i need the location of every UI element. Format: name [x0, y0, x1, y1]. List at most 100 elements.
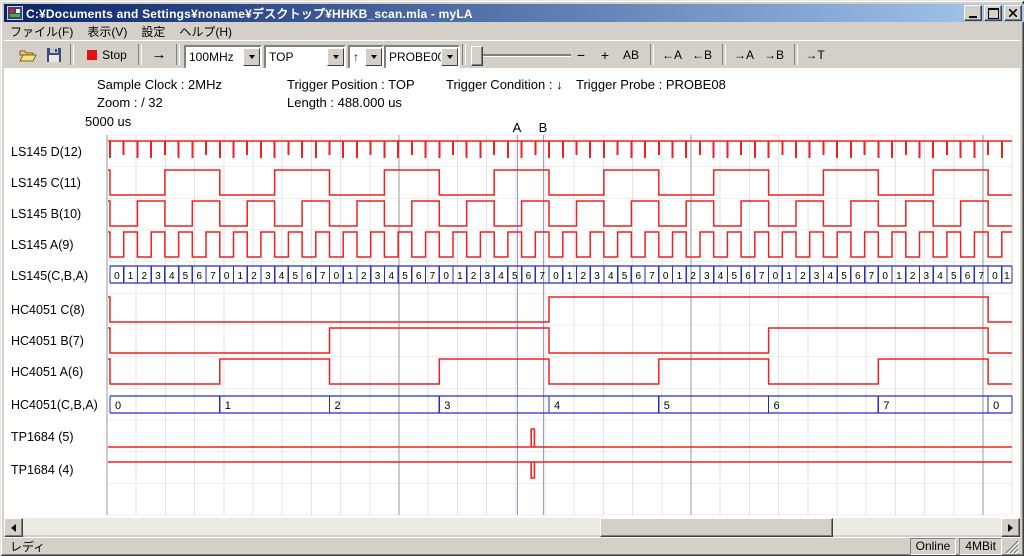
goto-trigger-button[interactable]: →T [802, 44, 828, 65]
bus-value: 4 [554, 400, 560, 412]
bus-value: 7 [978, 271, 984, 282]
menu-file[interactable]: ファイル(F) [4, 21, 81, 42]
bus-value: 4 [718, 271, 724, 282]
signal-label: LS145 A(9) [11, 238, 74, 252]
bus-value: 3 [444, 400, 450, 412]
resize-grip[interactable] [1005, 540, 1019, 554]
signal-label: HC4051 C(8) [11, 303, 85, 317]
scroll-left-button[interactable] [4, 518, 23, 537]
menu-view[interactable]: 表示(V) [81, 21, 135, 42]
bus-value: 2 [142, 271, 148, 282]
goto-marker-a-button[interactable]: ←A [658, 44, 686, 65]
status-memory: 4MBit [959, 538, 1002, 555]
bus-value: 4 [608, 271, 614, 282]
open-folder-icon [19, 48, 37, 62]
trigger-position-value: TOP [266, 50, 327, 64]
bus-value: 1 [567, 271, 573, 282]
chevron-down-icon [333, 55, 339, 59]
run-button[interactable]: → [146, 44, 172, 65]
menu-settings[interactable]: 設定 [135, 21, 173, 42]
signal-trace [108, 232, 1012, 257]
bus-value: 6 [774, 400, 780, 412]
signal-label: TP1684 (5) [11, 430, 74, 444]
dropdown-button[interactable] [243, 48, 260, 66]
dropdown-button[interactable] [441, 48, 458, 66]
bus-value: 1 [786, 271, 792, 282]
floppy-disk-icon [47, 48, 61, 62]
info-zoom: Zoom : / 32 [97, 95, 163, 110]
bus-value: 0 [882, 271, 888, 282]
zoom-slider[interactable] [471, 44, 571, 66]
scroll-right-button[interactable] [1001, 518, 1020, 537]
chevron-down-icon [249, 55, 255, 59]
bus-value: 7 [869, 271, 875, 282]
bus-value: 7 [883, 400, 889, 412]
bus-value: 0 [224, 271, 230, 282]
trigger-position-select[interactable]: TOP [264, 45, 346, 69]
marker-a-label[interactable]: A [513, 120, 522, 135]
signal-label: TP1684 (4) [11, 463, 74, 477]
info-trigger-position: Trigger Position : TOP [287, 77, 415, 92]
zoom-out-button[interactable]: − [570, 44, 592, 65]
zoom-in-button[interactable]: + [594, 44, 616, 65]
waveform-view[interactable]: LS145 D(12)LS145 C(11)LS145 B(10)LS145 A… [4, 68, 1020, 518]
bus-value: 0 [114, 271, 120, 282]
bus-value: 7 [539, 271, 545, 282]
bus-value: 6 [965, 271, 971, 282]
bus-value: 5 [183, 271, 189, 282]
bus-value: 3 [594, 271, 600, 282]
close-button[interactable] [1004, 5, 1022, 21]
bus-value: 0 [553, 271, 559, 282]
bus-rail [110, 266, 1012, 283]
set-marker-a-button[interactable]: →A [730, 44, 758, 65]
bus-value: 2 [251, 271, 257, 282]
bus-value: 4 [498, 271, 504, 282]
bus-value: 2 [581, 271, 587, 282]
trigger-probe-value: PROBE00 [386, 50, 441, 64]
signal-label: HC4051 A(6) [11, 365, 83, 379]
bus-value: 4 [388, 271, 394, 282]
scrollbar-thumb[interactable] [600, 518, 833, 537]
signal-trace [108, 170, 1012, 195]
marker-b-label[interactable]: B [539, 120, 548, 135]
dropdown-button[interactable] [365, 48, 382, 66]
status-bar: レディ Online 4MBit [4, 537, 1020, 554]
bus-value: 0 [663, 271, 669, 282]
open-file-button[interactable] [16, 44, 40, 66]
chevron-down-icon [371, 55, 377, 59]
info-length: Length : 488.000 us [287, 95, 402, 110]
title-bar[interactable]: C:¥Documents and Settings¥noname¥デスクトップ¥… [4, 4, 1024, 22]
menu-help[interactable]: ヘルプ(H) [173, 21, 240, 42]
trigger-probe-select[interactable]: PROBE00 [384, 45, 460, 69]
goto-marker-b-button[interactable]: ←B [688, 44, 716, 65]
bus-value: 2 [361, 271, 367, 282]
toolbar-separator [650, 44, 654, 65]
stop-button[interactable]: Stop [80, 44, 134, 65]
trigger-edge-select[interactable]: ↑ [348, 45, 384, 69]
maximize-button[interactable] [984, 5, 1002, 21]
signal-label: LS145 D(12) [11, 145, 82, 159]
bus-value: 1 [1004, 271, 1010, 282]
bus-rail [110, 396, 1012, 413]
bus-value: 6 [745, 271, 751, 282]
horizontal-scrollbar[interactable] [4, 518, 1020, 535]
bus-value: 1 [677, 271, 683, 282]
bus-value: 2 [910, 271, 916, 282]
ab-span-button[interactable]: AB [618, 44, 644, 65]
toolbar: Stop → 100MHz TOP ↑ PROBE00 − + AB ←A [4, 40, 1020, 69]
bus-value: 1 [896, 271, 902, 282]
info-sample-clock: Sample Clock : 2MHz [97, 77, 222, 92]
save-button[interactable] [42, 44, 66, 66]
sample-clock-select[interactable]: 100MHz [184, 45, 262, 69]
dropdown-button[interactable] [327, 48, 344, 66]
bus-value: 5 [512, 271, 518, 282]
bus-value: 3 [375, 271, 381, 282]
app-icon [7, 6, 23, 20]
bus-value: 2 [690, 271, 696, 282]
set-marker-b-button[interactable]: →B [760, 44, 788, 65]
minimize-button[interactable] [964, 5, 982, 21]
slider-handle[interactable] [471, 46, 483, 66]
sample-clock-value: 100MHz [186, 50, 243, 64]
bus-value: 3 [924, 271, 930, 282]
toolbar-separator [794, 44, 798, 65]
